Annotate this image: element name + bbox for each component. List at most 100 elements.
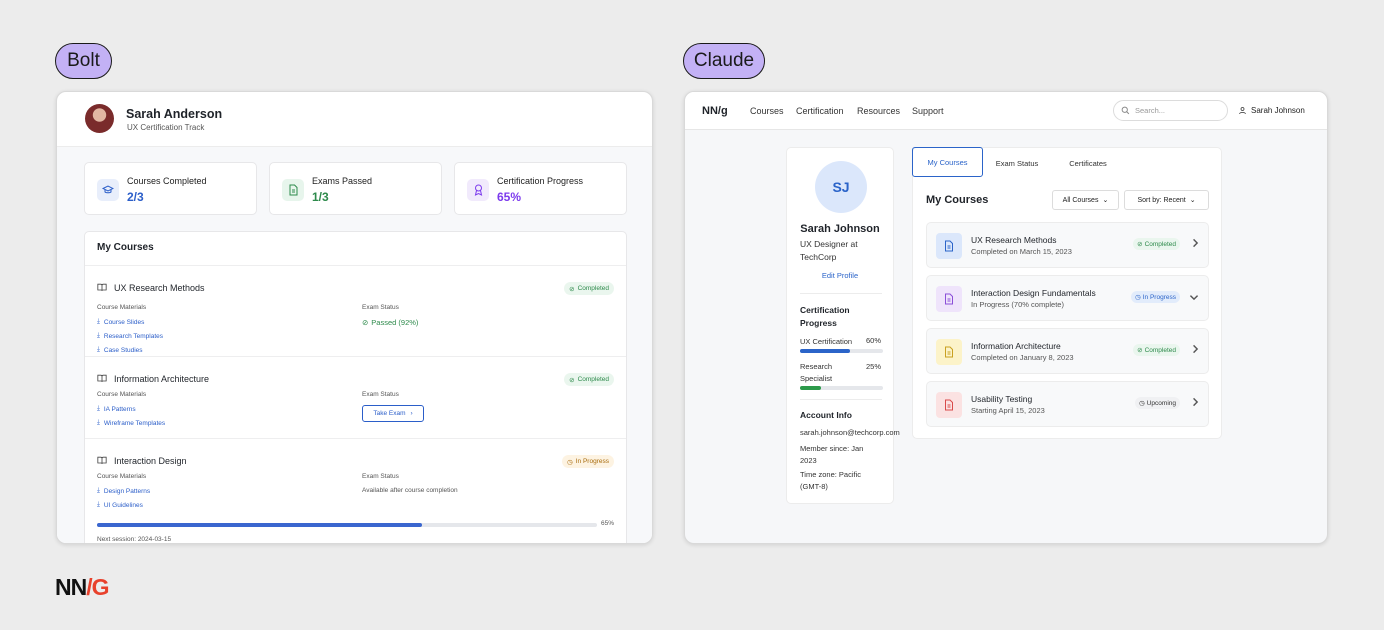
avatar [85, 104, 114, 133]
claude-panel: NN/g Courses Certification Resources Sup… [684, 91, 1328, 544]
time-zone: Time zone: Pacific (GMT-8) [800, 470, 861, 491]
main-title: My Courses [926, 194, 989, 206]
file-icon [936, 339, 962, 365]
edit-profile-link[interactable]: Edit Profile [787, 271, 893, 280]
course-interaction-design: Interaction Design ◷ In Progress Course M… [85, 438, 626, 543]
stat-label: Courses Completed [127, 176, 207, 186]
section-title: My Courses [97, 242, 154, 253]
nav-certification[interactable]: Certification [796, 106, 844, 116]
search-placeholder: Search... [1135, 106, 1166, 115]
course-title: Information Architecture [971, 341, 1061, 351]
divider [800, 293, 882, 294]
progress-fill [800, 349, 850, 353]
check-circle-icon: ⊘ [569, 285, 575, 293]
course-title: Interaction Design [114, 456, 187, 466]
materials-label: Course Materials [97, 304, 147, 311]
stat-label: Certification Progress [497, 176, 584, 186]
chevron-right-icon[interactable] [1191, 344, 1199, 354]
tab-exam-status[interactable]: Exam Status [991, 148, 1043, 178]
cert-label: Research Specialist [800, 362, 833, 383]
download-icon: ⤓ [97, 487, 100, 494]
material-link[interactable]: ⤓ IA Patterns [97, 405, 136, 413]
download-icon: ⤓ [97, 318, 100, 325]
tab-certificates[interactable]: Certificates [1060, 148, 1116, 178]
materials-label: Course Materials [97, 391, 147, 398]
progress-fill [97, 523, 422, 527]
divider [800, 399, 882, 400]
exam-result: ⊘ Passed (92%) [362, 318, 419, 327]
status-text: In Progress [575, 458, 609, 465]
stat-value: 1/3 [312, 190, 329, 204]
chevron-right-icon[interactable] [1191, 397, 1199, 407]
file-icon [936, 233, 962, 259]
course-row[interactable]: Information Architecture Completed on Ja… [926, 328, 1209, 374]
course-information-architecture: Information Architecture ⊘ Completed Cour… [85, 356, 626, 438]
status-text: Completed [577, 285, 609, 292]
cert-label: UX Certification [800, 337, 853, 346]
user-track: UX Certification Track [127, 123, 205, 132]
download-icon: ⤓ [97, 405, 100, 412]
cert-progress-title: Certification Progress [800, 305, 850, 328]
course-title: UX Research Methods [971, 235, 1057, 245]
exam-label: Exam Status [362, 391, 399, 398]
cert-pct: 25% [865, 362, 881, 371]
materials-label: Course Materials [97, 473, 147, 480]
file-icon [936, 286, 962, 312]
account-info-title: Account Info [800, 410, 852, 420]
course-row[interactable]: UX Research Methods Completed on March 1… [926, 222, 1209, 268]
user-icon [1239, 107, 1246, 115]
status-badge: ⊘ Completed [1133, 344, 1180, 356]
account-email: sarah.johnson@techcorp.com [800, 428, 900, 437]
nav-resources[interactable]: Resources [857, 106, 900, 116]
status-badge: ⊘ Completed [564, 373, 614, 386]
status-badge: ◷ Upcoming [1135, 397, 1180, 409]
material-link[interactable]: ⤓ Case Studies [97, 346, 143, 354]
user-name: Sarah Johnson [1251, 106, 1305, 115]
cert-progress-bar [800, 386, 883, 390]
course-title: Usability Testing [971, 394, 1033, 404]
nng-logo: NN/G [55, 574, 110, 600]
clock-icon: ◷ [1139, 400, 1145, 407]
course-row[interactable]: Interaction Design Fundamentals In Progr… [926, 275, 1209, 321]
cert-pct: 60% [865, 336, 881, 345]
search-input[interactable]: Search... [1113, 100, 1228, 121]
user-menu[interactable]: Sarah Johnson [1238, 106, 1305, 115]
stat-value: 2/3 [127, 190, 144, 204]
material-link[interactable]: ⤓ Research Templates [97, 332, 163, 340]
sort-select[interactable]: Sort by: Recent ⌄ [1124, 190, 1209, 210]
course-title: Interaction Design Fundamentals [971, 288, 1096, 298]
member-since: Member since: Jan 2023 [800, 444, 864, 465]
claude-label: Claude [683, 43, 765, 79]
material-link[interactable]: ⤓ Wireframe Templates [97, 419, 165, 427]
status-text: Completed [577, 376, 609, 383]
nav-courses[interactable]: Courses [750, 106, 784, 116]
course-subtitle: Completed on January 8, 2023 [971, 353, 1074, 362]
material-link[interactable]: ⤓ Design Patterns [97, 487, 150, 495]
take-exam-button[interactable]: Take Exam › [362, 405, 424, 422]
download-icon: ⤓ [97, 501, 100, 508]
chevron-down-icon: ⌄ [1102, 197, 1109, 204]
tab-my-courses[interactable]: My Courses [912, 147, 983, 177]
next-session: Next session: 2024-03-15 [97, 536, 172, 543]
stat-exams-passed: Exams Passed 1/3 [269, 162, 442, 215]
clock-icon: ◷ [1135, 294, 1141, 301]
material-link[interactable]: ⤓ Course Slides [97, 318, 144, 326]
bolt-label: Bolt [55, 43, 112, 79]
course-subtitle: Starting April 15, 2023 [971, 406, 1045, 415]
chevron-down-icon: ⌄ [1189, 197, 1196, 204]
avatar-initials: SJ [815, 161, 867, 213]
book-icon [97, 374, 107, 382]
download-icon: ⤓ [97, 419, 100, 426]
course-filter-select[interactable]: All Courses ⌄ [1052, 190, 1119, 210]
clock-icon: ◷ [567, 458, 573, 466]
course-row[interactable]: Usability Testing Starting April 15, 202… [926, 381, 1209, 427]
nav-support[interactable]: Support [912, 106, 944, 116]
material-link[interactable]: ⤓ UI Guidelines [97, 501, 143, 509]
exam-availability: Available after course completion [362, 487, 458, 494]
chevron-right-icon: › [410, 410, 413, 417]
chevron-down-icon[interactable] [1189, 293, 1199, 301]
progress-fill [800, 386, 821, 390]
course-progress-bar [97, 523, 597, 527]
chevron-right-icon[interactable] [1191, 238, 1199, 248]
course-subtitle: Completed on March 15, 2023 [971, 247, 1072, 256]
